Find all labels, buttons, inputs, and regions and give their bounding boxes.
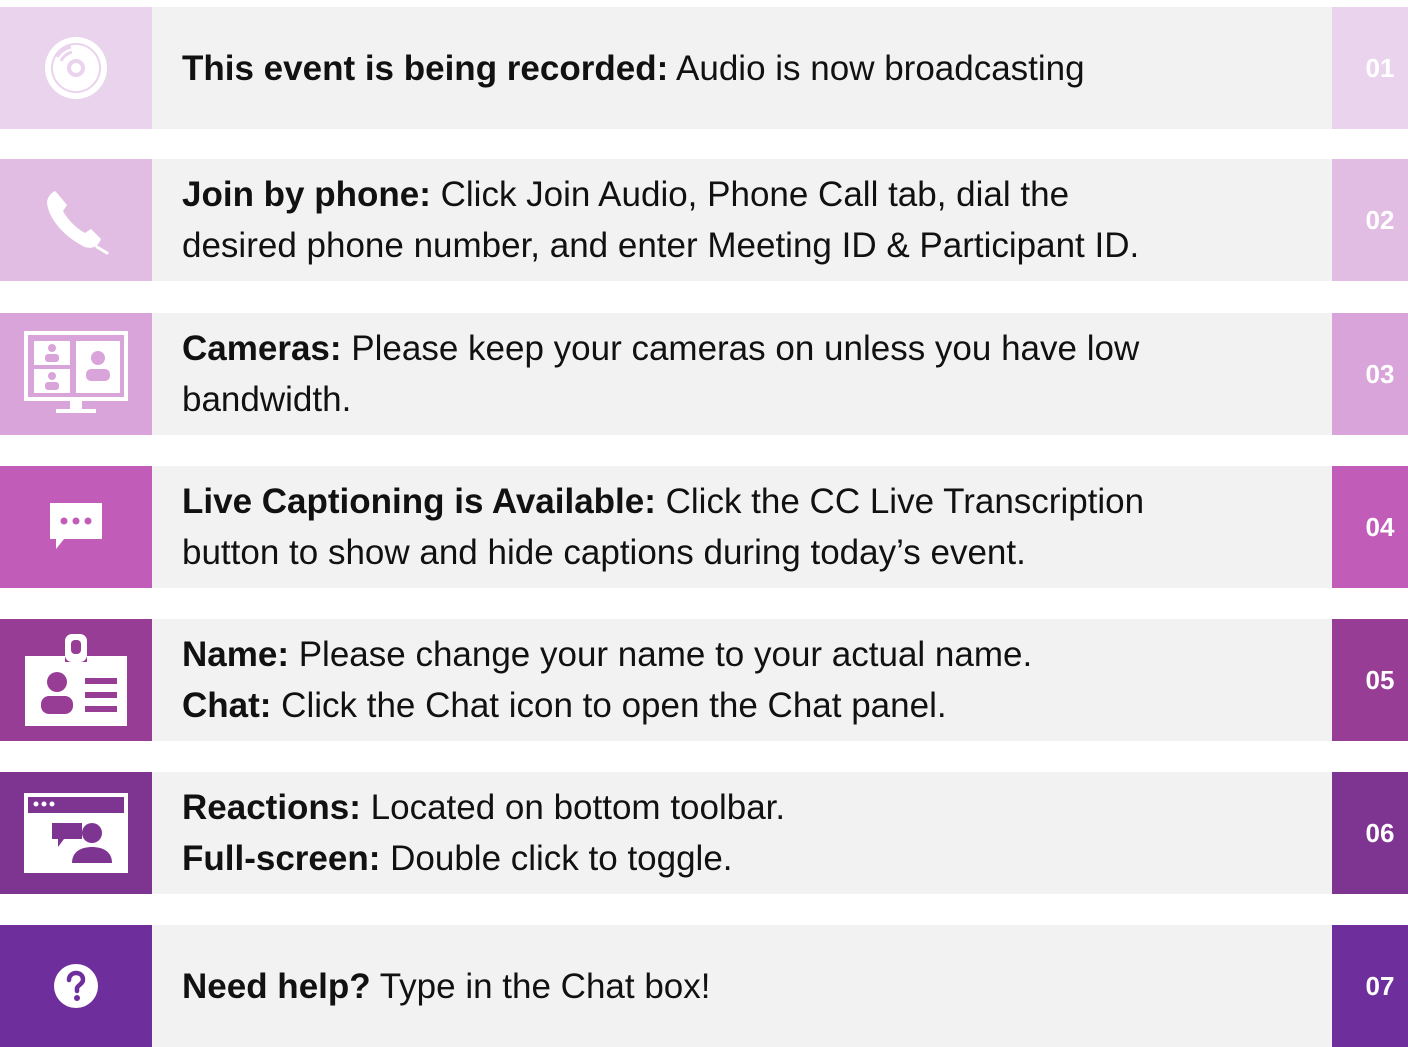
item-text: Live Captioning is Available: Click the … xyxy=(152,466,1332,588)
item-line: button to show and hide captions during … xyxy=(182,533,1026,572)
item-line: Name: Please change your name to your ac… xyxy=(182,635,1033,674)
item-text: Cameras: Please keep your cameras on unl… xyxy=(152,313,1332,435)
item-number: 07 xyxy=(1332,925,1408,1047)
item-number: 02 xyxy=(1332,159,1408,281)
item-text: Join by phone: Click Join Audio, Phone C… xyxy=(152,159,1332,281)
icon-cell xyxy=(0,925,152,1047)
phone-icon xyxy=(47,191,109,255)
item-text: Name: Please change your name to your ac… xyxy=(152,619,1332,741)
id-badge-icon xyxy=(25,634,127,726)
item-line: Cameras: Please keep your cameras on unl… xyxy=(182,329,1140,368)
list-item: Need help? Type in the Chat box! 07 xyxy=(0,925,1408,1047)
item-line: Full-screen: Double click to toggle. xyxy=(182,839,733,878)
item-line: Live Captioning is Available: Click the … xyxy=(182,482,1145,521)
list-item: Join by phone: Click Join Audio, Phone C… xyxy=(0,159,1408,281)
item-line: Reactions: Located on bottom toolbar. xyxy=(182,788,786,827)
icon-cell xyxy=(0,313,152,435)
list-item: Cameras: Please keep your cameras on unl… xyxy=(0,313,1408,435)
item-line: Join by phone: Click Join Audio, Phone C… xyxy=(182,175,1070,214)
list-item: Live Captioning is Available: Click the … xyxy=(0,466,1408,588)
icon-cell xyxy=(0,772,152,894)
item-number: 03 xyxy=(1332,313,1408,435)
item-line: This event is being recorded: Audio is n… xyxy=(182,48,1085,88)
item-line: Need help? Type in the Chat box! xyxy=(182,966,711,1006)
item-number: 05 xyxy=(1332,619,1408,741)
icon-cell xyxy=(0,7,152,129)
disc-icon xyxy=(45,37,107,99)
item-number: 04 xyxy=(1332,466,1408,588)
item-number: 01 xyxy=(1332,7,1408,129)
item-text: This event is being recorded: Audio is n… xyxy=(152,7,1332,129)
video-chat-window-icon xyxy=(24,793,128,873)
item-line: Chat: Click the Chat icon to open the Ch… xyxy=(182,686,947,725)
chat-bubble-icon xyxy=(50,503,102,549)
icon-cell xyxy=(0,159,152,281)
item-line: desired phone number, and enter Meeting … xyxy=(182,226,1140,265)
item-text: Need help? Type in the Chat box! xyxy=(152,925,1332,1047)
item-line: bandwidth. xyxy=(182,380,352,419)
item-number: 06 xyxy=(1332,772,1408,894)
icon-cell xyxy=(0,619,152,741)
list-item: Name: Please change your name to your ac… xyxy=(0,619,1408,741)
item-text: Reactions: Located on bottom toolbar. Fu… xyxy=(152,772,1332,894)
video-monitor-icon xyxy=(24,331,128,413)
list-item: This event is being recorded: Audio is n… xyxy=(0,7,1408,129)
question-circle-icon xyxy=(54,964,98,1008)
icon-cell xyxy=(0,466,152,588)
list-item: Reactions: Located on bottom toolbar. Fu… xyxy=(0,772,1408,894)
